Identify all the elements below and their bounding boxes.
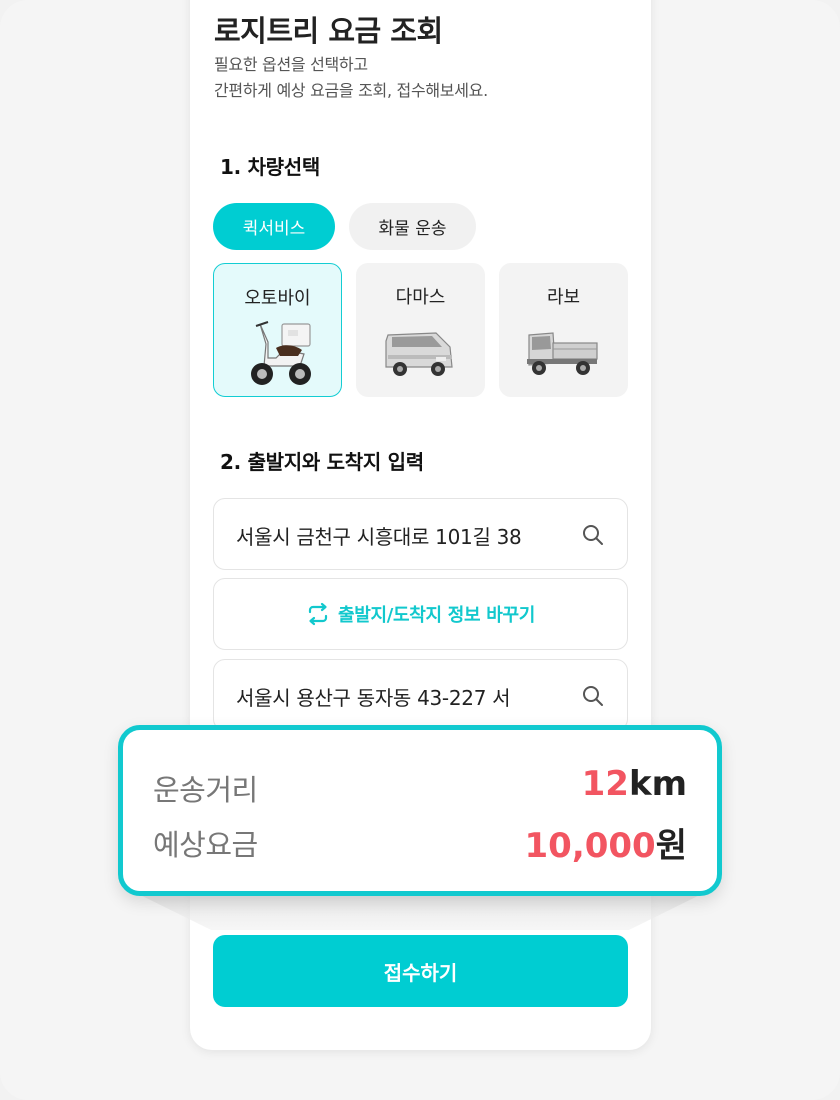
subtitle-line-1: 필요한 옵션을 선택하고	[214, 55, 368, 74]
vehicle-label: 오토바이	[244, 288, 311, 309]
fare-unit: 원	[655, 826, 687, 866]
distance-number: 12	[581, 764, 629, 804]
tab-freight[interactable]: 화물 운송	[349, 203, 476, 250]
origin-value: 서울시 금천구 시흥대로 101길 38	[236, 525, 522, 549]
subtitle-line-2: 간편하게 예상 요금을 조회, 접수해보세요.	[214, 81, 488, 100]
result-card-shadow	[130, 890, 710, 930]
swap-locations-button[interactable]: 출발지/도착지 정보 바꾸기	[213, 578, 628, 650]
truck-icon	[527, 332, 598, 375]
tab-quick-service[interactable]: 퀵서비스	[213, 203, 335, 250]
scooter-icon	[251, 321, 311, 385]
search-icon[interactable]	[581, 684, 605, 708]
fare-label: 예상요금	[153, 828, 258, 862]
fare-number: 10,000	[524, 826, 656, 866]
vehicle-label: 라보	[546, 287, 581, 308]
distance-value: 12km	[582, 764, 687, 804]
submit-button[interactable]: 접수하기	[213, 935, 628, 1007]
swap-arrows-icon	[308, 602, 328, 626]
distance-label: 운송거리	[153, 773, 258, 807]
fare-value: 10,000원	[525, 818, 687, 867]
vehicle-card-motorcycle[interactable]: 오토바이	[213, 263, 342, 397]
vehicle-label: 다마스	[395, 287, 446, 308]
distance-unit: km	[628, 764, 687, 804]
page-title: 로지트리 요금 조회	[214, 14, 443, 48]
vehicle-section-title: 1. 차량선택	[220, 155, 320, 179]
vehicle-card-labo[interactable]: 라보	[499, 263, 628, 397]
van-icon	[385, 332, 453, 376]
vehicle-card-damas[interactable]: 다마스	[356, 263, 485, 397]
search-icon[interactable]	[581, 523, 605, 547]
destination-value: 서울시 용산구 동자동 43-227 서	[236, 686, 511, 710]
destination-input[interactable]: 서울시 용산구 동자동 43-227 서	[213, 659, 628, 731]
swap-label: 출발지/도착지 정보 바꾸기	[337, 605, 536, 626]
origin-input[interactable]: 서울시 금천구 시흥대로 101길 38	[213, 498, 628, 570]
fare-result-card: 운송거리 12km 예상요금 10,000원	[118, 725, 722, 896]
page-subtitle: 필요한 옵션을 선택하고 간편하게 예상 요금을 조회, 접수해보세요.	[214, 52, 634, 104]
route-section-title: 2. 출발지와 도착지 입력	[220, 450, 424, 474]
